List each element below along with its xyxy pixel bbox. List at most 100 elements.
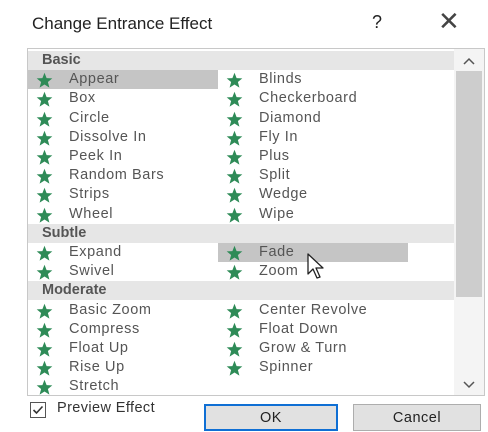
effect-item-strips[interactable]: Strips xyxy=(28,185,218,204)
star-icon xyxy=(36,111,53,127)
preview-effect-checkbox[interactable] xyxy=(30,402,46,418)
effect-label: Spinner xyxy=(259,359,314,376)
effect-item-box[interactable]: Box xyxy=(28,89,218,108)
effect-label: Swivel xyxy=(69,263,115,280)
effect-item-peek-in[interactable]: Peek In xyxy=(28,147,218,166)
effect-label: Checkerboard xyxy=(259,90,358,107)
mouse-pointer-icon xyxy=(307,253,324,279)
effect-item-center-revolve[interactable]: Center Revolve xyxy=(218,301,408,320)
change-entrance-effect-dialog: Change Entrance Effect ? ✕ Basic Appear Bl… xyxy=(0,0,488,432)
effect-label: Random Bars xyxy=(69,167,165,184)
star-icon xyxy=(36,245,53,261)
chevron-down-icon[interactable] xyxy=(454,375,484,395)
effect-label: Basic Zoom xyxy=(69,301,152,318)
scrollbar-thumb[interactable] xyxy=(456,71,482,297)
effect-label: Circle xyxy=(69,109,110,126)
star-icon xyxy=(36,92,53,107)
star-icon xyxy=(36,341,53,357)
effect-item-diamond[interactable]: Diamond xyxy=(218,109,408,128)
effects-list[interactable]: Basic Appear Blinds Box Checkerboard Circle Di… xyxy=(27,48,485,396)
effect-item-expand[interactable]: Expand xyxy=(28,243,218,262)
star-icon xyxy=(36,360,53,376)
preview-effect-label: Preview Effect xyxy=(57,400,156,416)
effect-label: Appear xyxy=(69,71,120,88)
effect-item-wedge[interactable]: Wedge xyxy=(218,185,408,204)
effect-label: Expand xyxy=(69,244,122,260)
star-icon xyxy=(36,264,53,280)
cancel-button[interactable]: Cancel xyxy=(353,404,481,431)
star-icon xyxy=(36,168,53,184)
effect-item-rise-up[interactable]: Rise Up xyxy=(28,358,218,377)
effect-label: Fly In xyxy=(259,128,299,145)
section-title: Moderate xyxy=(42,282,107,299)
effect-label: Peek In xyxy=(69,148,123,164)
effect-item-basic-zoom[interactable]: Basic Zoom xyxy=(28,301,218,320)
star-icon xyxy=(226,149,243,165)
star-icon xyxy=(36,380,53,395)
star-icon xyxy=(226,264,243,280)
section-header-moderate: Moderate xyxy=(28,281,454,301)
effect-label: Zoom xyxy=(259,263,299,280)
effect-label: Strips xyxy=(69,186,110,203)
effect-item-spinner[interactable]: Spinner xyxy=(218,358,408,377)
effect-item-swivel[interactable]: Swivel xyxy=(28,262,218,281)
section-title: Subtle xyxy=(42,224,87,241)
star-icon xyxy=(226,188,243,203)
effect-item-wheel[interactable]: Wheel xyxy=(28,205,218,224)
star-icon xyxy=(226,341,243,357)
effect-label: Wipe xyxy=(259,205,295,222)
effect-item-float-down[interactable]: Float Down xyxy=(218,320,408,339)
ok-button[interactable]: OK xyxy=(204,404,338,431)
help-button[interactable]: ? xyxy=(372,12,382,33)
close-button[interactable]: ✕ xyxy=(438,8,460,34)
effect-item-random-bars[interactable]: Random Bars xyxy=(28,166,218,185)
effect-label: Float Down xyxy=(259,320,339,337)
dialog-title: Change Entrance Effect xyxy=(32,14,213,33)
star-icon xyxy=(226,111,243,127)
effect-item-blinds[interactable]: Blinds xyxy=(218,70,408,89)
star-icon xyxy=(226,207,243,223)
effect-label: Center Revolve xyxy=(259,301,368,318)
star-icon xyxy=(226,360,243,376)
effect-label: Stretch xyxy=(69,378,120,395)
effect-item-float-up[interactable]: Float Up xyxy=(28,339,218,358)
effect-item-fly-in[interactable]: Fly In xyxy=(218,128,408,147)
chevron-up-icon[interactable] xyxy=(454,51,484,71)
star-icon xyxy=(36,72,53,88)
effect-item-split[interactable]: Split xyxy=(218,166,408,185)
effect-label: Compress xyxy=(69,320,140,337)
effect-label: Blinds xyxy=(259,71,303,88)
effect-label: Rise Up xyxy=(69,359,125,376)
star-icon xyxy=(226,72,243,88)
star-icon xyxy=(226,245,243,261)
star-icon xyxy=(36,188,53,203)
effect-item-checkerboard[interactable]: Checkerboard xyxy=(218,89,408,108)
effect-item-stretch[interactable]: Stretch xyxy=(28,377,218,395)
section-header-basic: Basic xyxy=(28,51,454,70)
effect-label: Diamond xyxy=(259,109,322,126)
star-icon xyxy=(226,92,243,107)
effect-item-wipe[interactable]: Wipe xyxy=(218,205,408,224)
effect-item-grow-turn[interactable]: Grow & Turn xyxy=(218,339,408,358)
star-icon xyxy=(226,322,243,338)
star-icon xyxy=(36,130,53,146)
effect-label: Fade xyxy=(259,244,295,260)
effect-item-circle[interactable]: Circle xyxy=(28,109,218,128)
section-header-subtle: Subtle xyxy=(28,223,454,243)
effect-item-compress[interactable]: Compress xyxy=(28,320,218,339)
star-icon xyxy=(36,303,53,319)
star-icon xyxy=(226,168,243,184)
star-icon xyxy=(226,303,243,319)
effect-item-plus[interactable]: Plus xyxy=(218,147,408,166)
effect-label: Wheel xyxy=(69,205,114,222)
effect-item-dissolve-in[interactable]: Dissolve In xyxy=(28,128,218,147)
star-icon xyxy=(226,130,243,146)
vertical-scrollbar[interactable] xyxy=(454,49,484,395)
section-title: Basic xyxy=(42,52,81,68)
star-icon xyxy=(36,322,53,338)
effect-label: Box xyxy=(69,90,96,107)
effect-item-appear[interactable]: Appear xyxy=(28,70,218,90)
effect-label: Grow & Turn xyxy=(259,340,347,356)
checkmark-icon xyxy=(32,405,44,415)
effect-label: Float Up xyxy=(69,340,129,356)
